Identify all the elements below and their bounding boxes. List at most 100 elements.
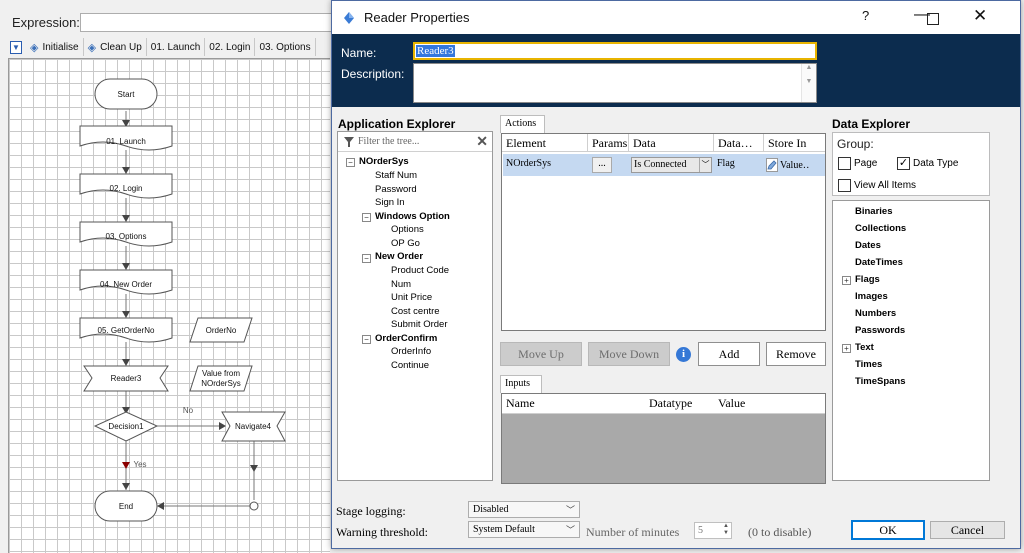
help-button[interactable]: ? bbox=[862, 8, 869, 23]
data-value: Is Connected bbox=[634, 159, 687, 170]
name-value: Reader3 bbox=[416, 45, 455, 57]
filter-placeholder: Filter the tree... bbox=[358, 136, 420, 147]
data-item-binaries[interactable]: Binaries bbox=[855, 206, 893, 217]
data-dropdown[interactable]: Is Connected ﹀ bbox=[631, 157, 712, 173]
column-header-datatype[interactable]: Data… bbox=[714, 134, 764, 152]
expand-icon[interactable]: + bbox=[842, 344, 851, 353]
warning-threshold-label: Warning threshold: bbox=[336, 525, 429, 539]
column-header-data[interactable]: Data bbox=[629, 134, 714, 152]
tree-item-windows-option[interactable]: Windows Option bbox=[375, 210, 450, 224]
close-button[interactable]: ✕ bbox=[973, 6, 987, 26]
chevron-down-icon: ﹀ bbox=[565, 505, 575, 515]
warning-threshold-dropdown[interactable]: System Default ﹀ bbox=[468, 521, 580, 538]
stage-logging-dropdown[interactable]: Disabled ﹀ bbox=[468, 501, 580, 518]
dialog-title: Reader Properties bbox=[364, 10, 470, 25]
view-all-checkbox[interactable] bbox=[838, 179, 851, 192]
column-header-name[interactable]: Name bbox=[506, 396, 535, 411]
get-order-no-label: 05. GetOrderNo bbox=[98, 326, 155, 335]
tree-item-cost-centre[interactable]: Cost centre bbox=[391, 305, 440, 319]
tree-item-continue[interactable]: Continue bbox=[391, 359, 429, 373]
tab-actions[interactable]: Actions bbox=[500, 115, 545, 133]
name-label: Name: bbox=[341, 46, 377, 60]
move-down-button[interactable]: Move Down bbox=[588, 342, 670, 366]
tree-item-staff-num[interactable]: Staff Num bbox=[375, 169, 417, 183]
warning-threshold-value: System Default bbox=[473, 524, 535, 535]
minutes-value: 5 bbox=[698, 525, 703, 536]
page-checkbox-label: Page bbox=[854, 158, 878, 169]
data-item-numbers[interactable]: Numbers bbox=[855, 308, 896, 319]
dialog-titlebar[interactable]: Reader Properties ? — ✕ bbox=[332, 1, 1020, 34]
tree-item-submit-order[interactable]: Submit Order bbox=[391, 318, 448, 332]
data-explorer-tree: Binaries Collections Dates DateTimes + F… bbox=[832, 200, 990, 481]
data-type-checkbox[interactable]: ✓ bbox=[897, 157, 910, 170]
spin-arrows-icon[interactable]: ▲ ▼ bbox=[723, 523, 729, 537]
move-up-button[interactable]: Move Up bbox=[500, 342, 582, 366]
row-store-in-cell[interactable]: Value… bbox=[764, 154, 809, 176]
remove-button[interactable]: Remove bbox=[766, 342, 826, 366]
end-label: End bbox=[119, 502, 133, 511]
column-header-value[interactable]: Value bbox=[718, 396, 745, 411]
params-button[interactable]: ... bbox=[592, 157, 612, 173]
add-button[interactable]: Add bbox=[698, 342, 760, 366]
description-scrollbar[interactable]: ▲ ▼ bbox=[801, 64, 816, 102]
column-header-datatype[interactable]: Datatype bbox=[649, 396, 692, 411]
tree-item-product-code[interactable]: Product Code bbox=[391, 264, 449, 278]
column-header-element[interactable]: Element bbox=[502, 134, 588, 152]
tree-item-options[interactable]: Options bbox=[391, 223, 424, 237]
reader-label: Reader3 bbox=[111, 374, 142, 383]
tab-inputs[interactable]: Inputs bbox=[500, 375, 542, 393]
column-header-params[interactable]: Params bbox=[588, 134, 629, 152]
decision-label: Decision1 bbox=[108, 422, 144, 431]
data-item-text[interactable]: Text bbox=[855, 342, 874, 353]
expand-icon[interactable]: + bbox=[842, 276, 851, 285]
data-item-datetimes[interactable]: DateTimes bbox=[855, 257, 903, 268]
collapse-icon[interactable]: − bbox=[362, 213, 371, 222]
collapse-icon[interactable]: − bbox=[362, 335, 371, 344]
collapse-icon[interactable]: − bbox=[346, 158, 355, 167]
data-item-dates[interactable]: Dates bbox=[855, 240, 881, 251]
page-checkbox[interactable] bbox=[838, 157, 851, 170]
tree-item-order-info[interactable]: OrderInfo bbox=[391, 345, 431, 359]
application-explorer-panel: Filter the tree... ✕ − NOrderSys Staff N… bbox=[337, 131, 493, 481]
minutes-stepper[interactable]: 5 ▲ ▼ bbox=[694, 522, 732, 539]
data-item-times[interactable]: Times bbox=[855, 359, 882, 370]
filter-input[interactable]: Filter the tree... ✕ bbox=[338, 132, 492, 152]
tree-item-order-confirm[interactable]: OrderConfirm bbox=[375, 332, 437, 346]
data-item-collections[interactable]: Collections bbox=[855, 223, 906, 234]
column-header-store-in[interactable]: Store In bbox=[764, 134, 825, 152]
collapse-icon[interactable]: − bbox=[362, 254, 371, 263]
tree-item-norder-sys[interactable]: NOrderSys bbox=[359, 155, 409, 169]
yes-label: Yes bbox=[133, 460, 146, 469]
ok-button[interactable]: OK bbox=[851, 520, 925, 540]
data-explorer-title: Data Explorer bbox=[832, 117, 911, 131]
disable-hint: (0 to disable) bbox=[748, 525, 812, 539]
stage-logging-label: Stage logging: bbox=[336, 504, 406, 518]
data-item-timespans[interactable]: TimeSpans bbox=[855, 376, 906, 387]
tree-item-sign-in[interactable]: Sign In bbox=[375, 196, 405, 210]
clear-filter-icon[interactable]: ✕ bbox=[476, 134, 488, 151]
tree-item-num[interactable]: Num bbox=[391, 278, 411, 292]
info-icon[interactable]: i bbox=[676, 347, 691, 362]
tree-item-new-order[interactable]: New Order bbox=[375, 250, 423, 264]
tree-item-password[interactable]: Password bbox=[375, 183, 417, 197]
tree-item-unit-price[interactable]: Unit Price bbox=[391, 291, 432, 305]
data-item-icon bbox=[766, 158, 778, 172]
chevron-down-icon: ﹀ bbox=[699, 158, 711, 172]
store-in-value: Value… bbox=[780, 159, 809, 171]
group-label: Group: bbox=[837, 137, 874, 151]
data-item-images[interactable]: Images bbox=[855, 291, 888, 302]
name-input[interactable]: Reader3 bbox=[413, 42, 817, 60]
maximize-button[interactable] bbox=[927, 13, 939, 25]
actions-grid: Element Params Data Data… Store In NOrde… bbox=[501, 133, 826, 331]
description-label: Description: bbox=[341, 67, 405, 81]
navigate-label: Navigate4 bbox=[235, 422, 272, 431]
row-element[interactable]: NOrderSys bbox=[503, 154, 588, 176]
description-input[interactable]: ▲ ▼ bbox=[413, 63, 817, 103]
data-item-flags[interactable]: Flags bbox=[855, 274, 880, 285]
cancel-button[interactable]: Cancel bbox=[930, 521, 1005, 539]
no-label: No bbox=[183, 406, 194, 415]
start-label: Start bbox=[118, 90, 136, 99]
tree-item-op-go[interactable]: OP Go bbox=[391, 237, 420, 251]
inputs-grid: Name Datatype Value bbox=[501, 393, 826, 484]
data-item-passwords[interactable]: Passwords bbox=[855, 325, 905, 336]
